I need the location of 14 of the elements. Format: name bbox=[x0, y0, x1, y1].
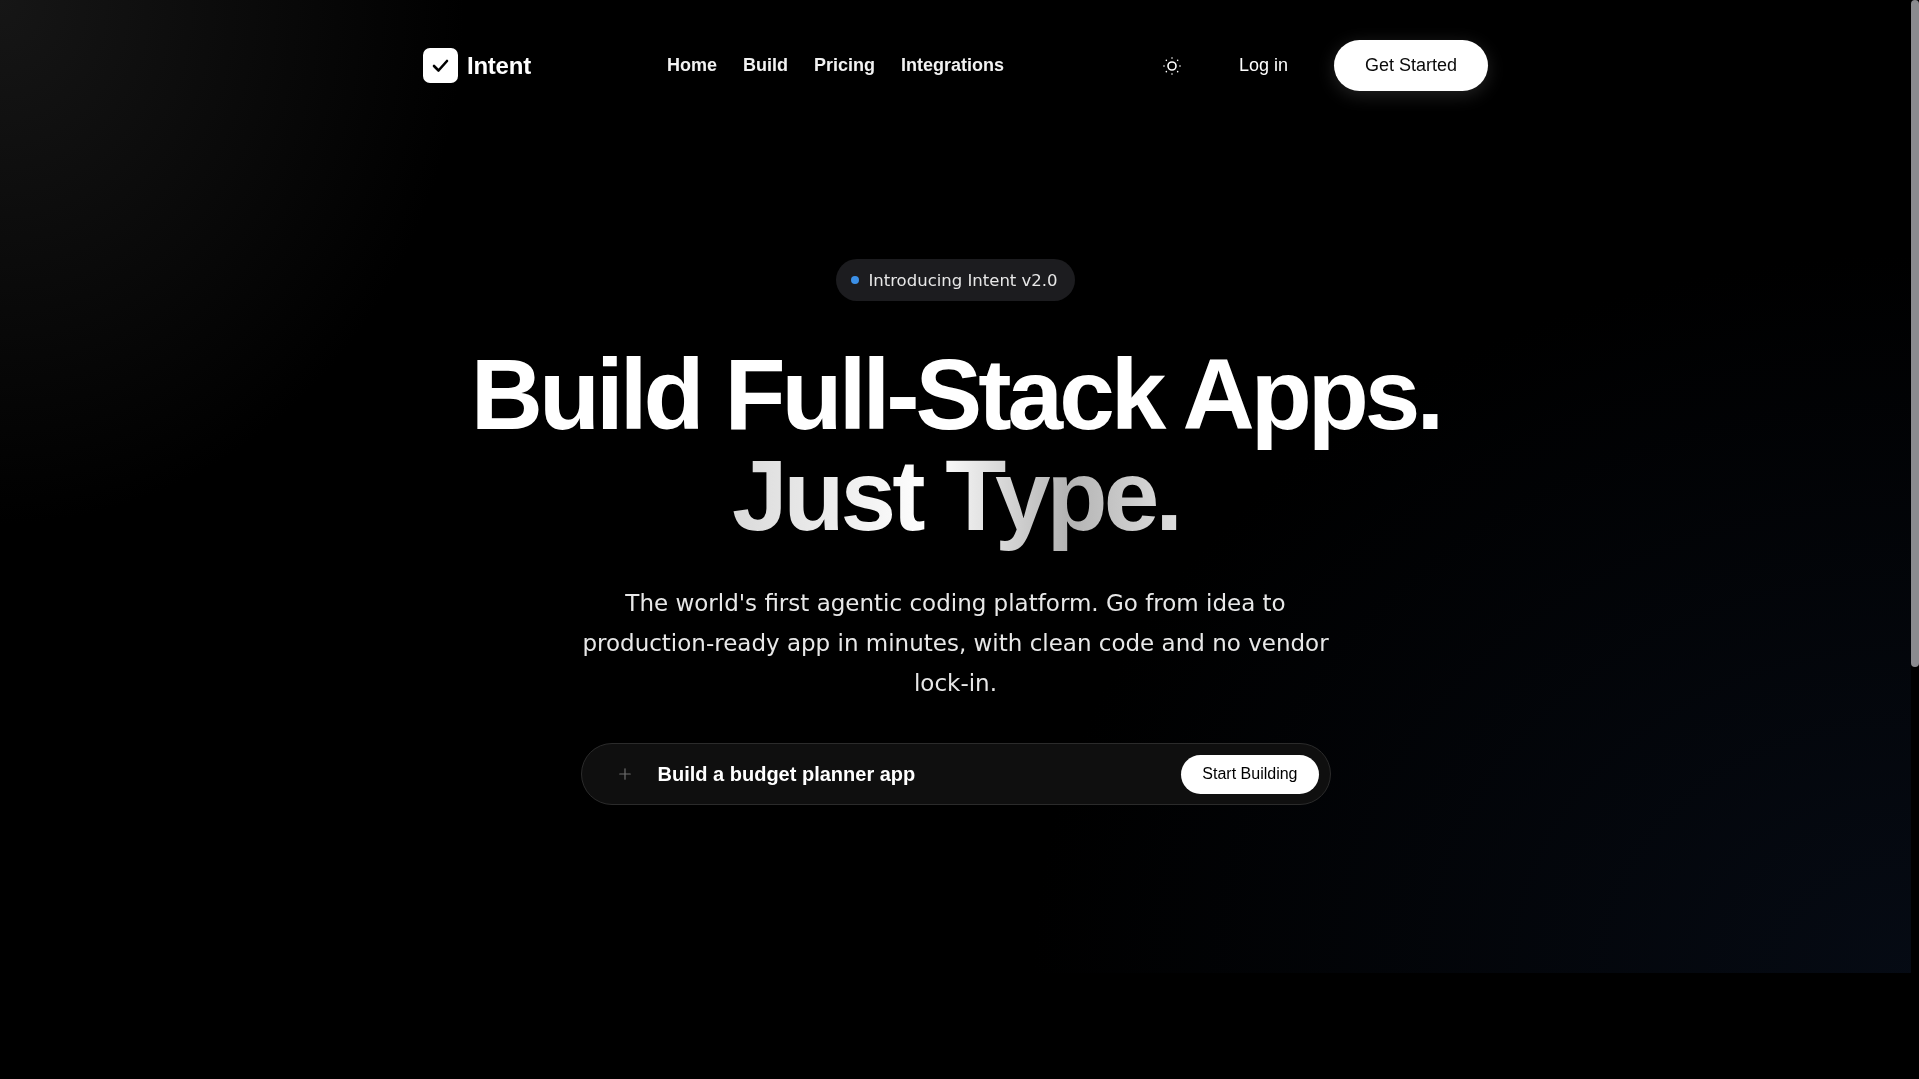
nav-link[interactable]: Pricing bbox=[813, 55, 875, 76]
nav-link[interactable]: Integrations bbox=[900, 55, 1004, 76]
start-building-button[interactable]: Start Building bbox=[1181, 754, 1319, 794]
badge-text: Introducing Intent v2.0 bbox=[868, 270, 1058, 290]
prompt-field[interactable]: Build a budget planner app Start Building bbox=[580, 743, 1331, 805]
scrollbar-thumb[interactable] bbox=[1911, 0, 1919, 667]
hero-description: The world's first agentic coding platform. Go from idea to production-ready app in minutes, with clean code and no vendor lock-in. bbox=[581, 589, 1330, 698]
dot-icon bbox=[851, 276, 860, 284]
nav-link[interactable]: Build bbox=[742, 55, 788, 76]
get-started-button[interactable]: Get Started bbox=[1333, 40, 1488, 91]
nav-link[interactable]: Home bbox=[666, 55, 717, 76]
check-logo-icon bbox=[423, 48, 458, 83]
brand-link[interactable]: Intent bbox=[423, 48, 531, 83]
login-link[interactable]: Log in bbox=[1238, 55, 1288, 76]
